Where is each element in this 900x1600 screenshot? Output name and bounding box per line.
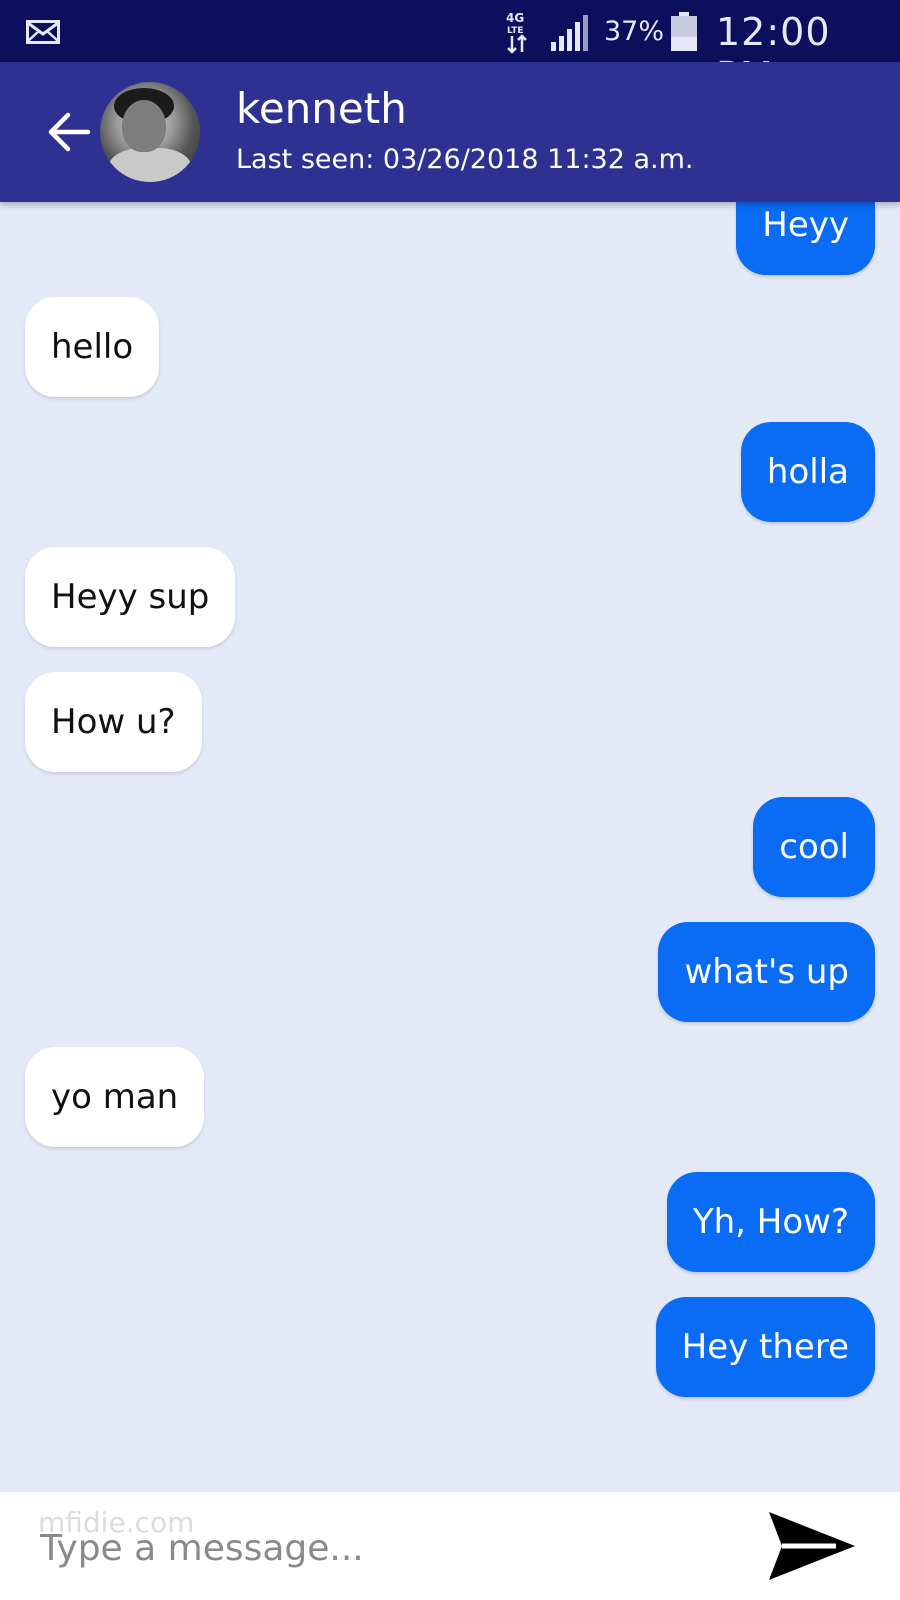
battery-percentage: 37% — [604, 16, 665, 47]
send-icon[interactable] — [766, 1508, 858, 1584]
message-bubble-outgoing[interactable]: Heyy — [736, 202, 875, 275]
message-composer: mfidie.com — [0, 1492, 900, 1600]
avatar[interactable] — [100, 82, 200, 182]
mail-icon — [26, 20, 60, 44]
avatar-face — [122, 100, 166, 152]
contact-name[interactable]: kenneth — [236, 84, 407, 133]
message-input[interactable] — [38, 1512, 722, 1584]
message-bubble-incoming[interactable]: hello — [25, 297, 160, 397]
message-bubble-outgoing[interactable]: holla — [740, 422, 875, 522]
arrow-left-icon[interactable] — [46, 112, 92, 152]
avatar-body — [108, 148, 192, 182]
chat-header: kenneth Last seen: 03/26/2018 11:32 a.m. — [0, 62, 900, 202]
svg-text:LTE: LTE — [507, 26, 524, 36]
battery-icon — [671, 12, 697, 51]
svg-text:4G: 4G — [506, 11, 524, 25]
message-bubble-incoming[interactable]: How u? — [25, 672, 202, 772]
message-bubble-incoming[interactable]: Heyy sup — [25, 547, 236, 647]
signal-icon — [551, 15, 588, 51]
message-bubble-outgoing[interactable]: what's up — [658, 922, 875, 1022]
message-bubble-outgoing[interactable]: Yh, How? — [666, 1172, 875, 1272]
message-bubble-outgoing[interactable]: Hey there — [655, 1297, 875, 1397]
message-bubble-outgoing[interactable]: cool — [753, 797, 875, 897]
message-list[interactable]: Heyy hello holla Heyy sup How u? cool wh… — [0, 202, 900, 1492]
4g-lte-icon: 4G LTE — [506, 11, 527, 54]
status-bar: 4G LTE 37% 12:00 PM — [0, 0, 900, 98]
last-seen-status: Last seen: 03/26/2018 11:32 a.m. — [236, 144, 694, 175]
message-bubble-incoming[interactable]: yo man — [25, 1047, 205, 1147]
